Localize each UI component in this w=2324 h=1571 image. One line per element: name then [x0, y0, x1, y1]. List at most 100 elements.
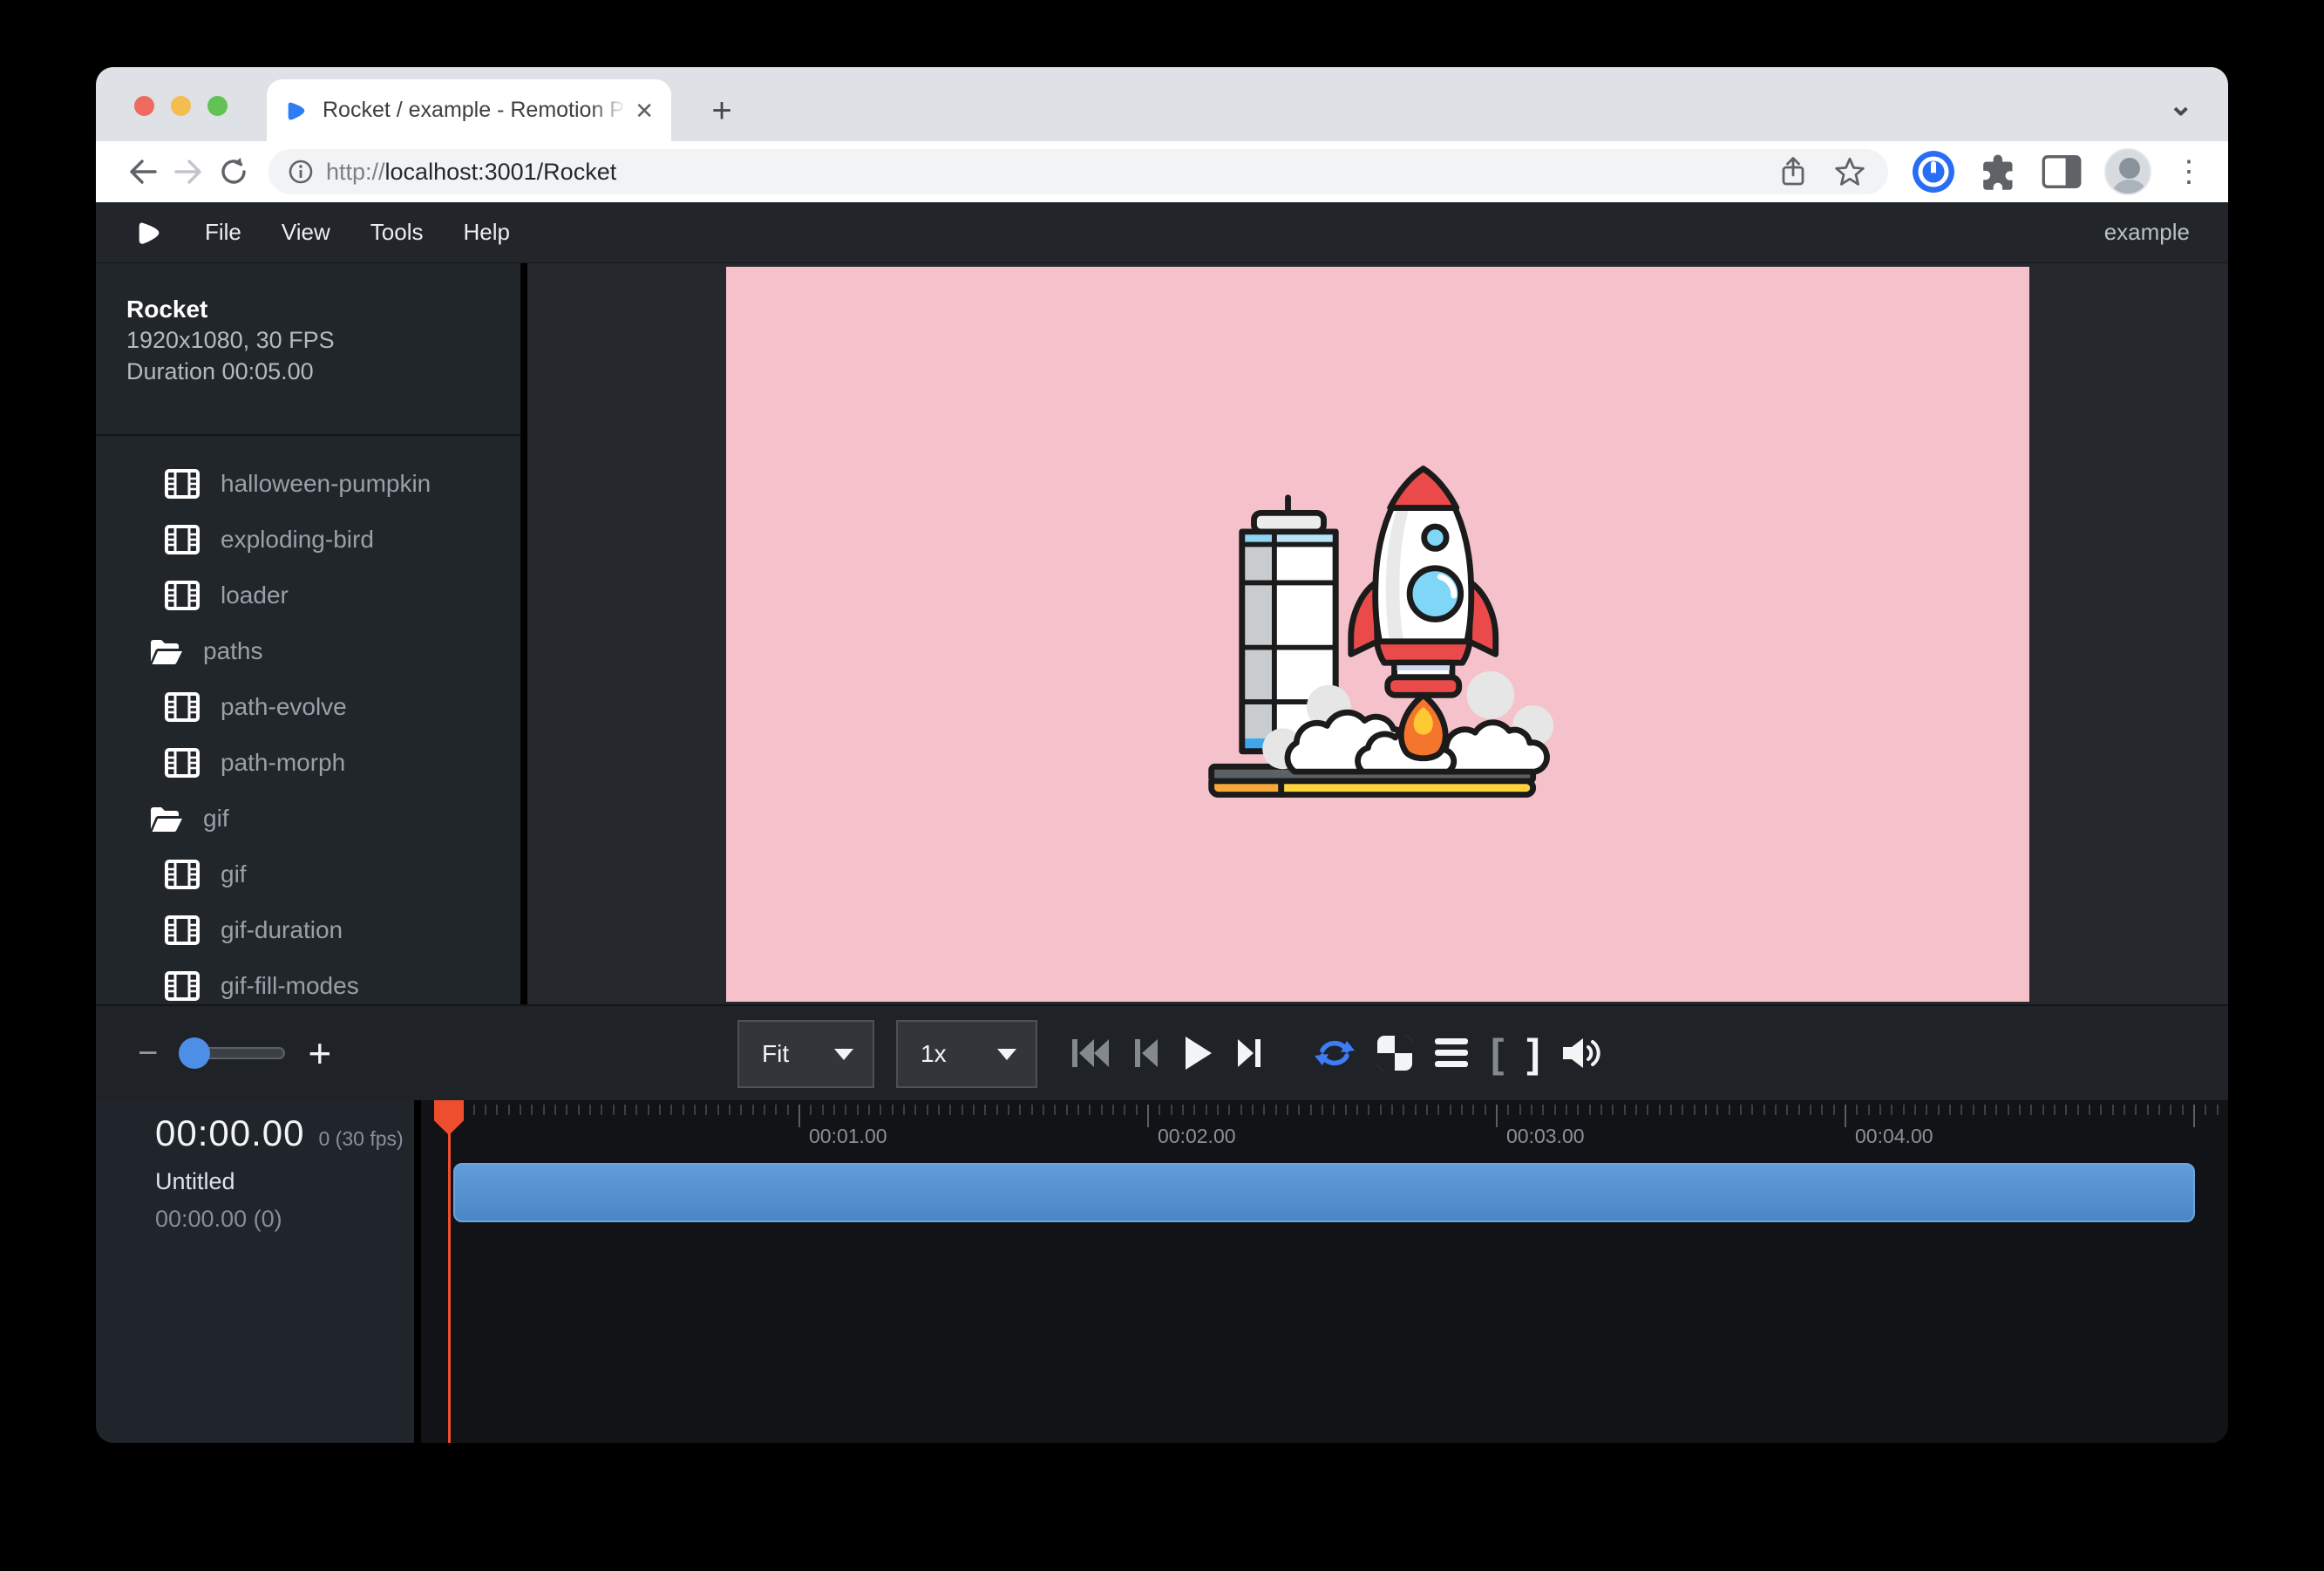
ruler-tick	[2065, 1105, 2067, 1115]
sidebar-item-path-morph[interactable]: path-morph	[126, 735, 520, 791]
sidebar-item-gif[interactable]: gif	[126, 847, 520, 902]
back-button[interactable]	[120, 149, 166, 194]
sidebar-folder-gif[interactable]: gif	[126, 791, 520, 847]
ruler-tick	[740, 1105, 742, 1115]
mute-toggle-button[interactable]	[1563, 1037, 1603, 1070]
playback-speed-select[interactable]: 1x	[896, 1020, 1037, 1088]
ruler-tick	[822, 1105, 824, 1115]
ruler-tick	[1089, 1105, 1091, 1115]
timeline-zoom-out-button[interactable]: −	[138, 1034, 158, 1073]
minimize-window-button[interactable]	[171, 96, 191, 116]
playhead-marker[interactable]	[434, 1100, 464, 1135]
browser-menu-icon[interactable]: ⋮	[2174, 157, 2204, 187]
extensions-puzzle-icon[interactable]	[1979, 152, 2019, 192]
tab-search-chevron-icon[interactable]: ⌄	[2169, 88, 2194, 123]
timeline-track-bar[interactable]	[453, 1163, 2195, 1222]
timeline-zoom-slider-thumb[interactable]	[179, 1037, 210, 1069]
timeline-track[interactable]: 00:01.0000:02.0000:03.0000:04.00	[421, 1100, 2228, 1443]
transparency-checkerboard-button[interactable]	[1377, 1036, 1412, 1071]
ruler-label: 00:02.00	[1158, 1125, 1236, 1148]
ruler-tick	[1891, 1105, 1892, 1115]
ruler-tick	[508, 1105, 510, 1115]
play-button[interactable]	[1182, 1035, 1213, 1071]
playback-speed-value: 1x	[921, 1040, 947, 1068]
canvas-size-select[interactable]: Fit	[737, 1020, 874, 1088]
new-tab-button[interactable]: +	[697, 86, 746, 135]
timeline-zoom-slider[interactable]	[180, 1047, 285, 1059]
ruler-tick	[473, 1105, 475, 1115]
set-out-point-button[interactable]: ]	[1526, 1033, 1539, 1073]
ruler-tick	[717, 1105, 719, 1115]
ruler-tick	[1252, 1105, 1254, 1115]
ruler-tick	[1879, 1105, 1881, 1115]
close-tab-icon[interactable]: ✕	[635, 99, 654, 122]
previous-frame-button[interactable]	[1133, 1037, 1159, 1070]
menu-help[interactable]: Help	[444, 219, 530, 246]
canvas-size-value: Fit	[762, 1040, 789, 1068]
ruler-tick	[543, 1105, 545, 1115]
sidebar-item-path-evolve[interactable]: path-evolve	[126, 679, 520, 735]
ruler-tick	[1043, 1105, 1044, 1115]
reload-button[interactable]	[211, 149, 256, 194]
remotion-logo-icon[interactable]	[134, 218, 164, 248]
ruler-label: 00:01.00	[809, 1125, 887, 1148]
jump-to-start-button[interactable]	[1070, 1037, 1111, 1070]
share-icon[interactable]	[1778, 156, 1808, 187]
ruler-tick	[1519, 1105, 1521, 1115]
ruler-tick	[868, 1105, 870, 1115]
ruler-tick	[554, 1105, 556, 1115]
ruler-tick	[578, 1105, 580, 1115]
sidebar-item-halloween-pumpkin[interactable]: halloween-pumpkin	[126, 456, 520, 512]
sidebar-folder-paths[interactable]: paths	[126, 623, 520, 679]
ruler-tick	[1485, 1105, 1486, 1115]
sidebar-item-gif-duration[interactable]: gif-duration	[126, 902, 520, 958]
set-in-point-button[interactable]: [	[1491, 1033, 1504, 1073]
ruler-tick	[1740, 1105, 1742, 1115]
menu-tools[interactable]: Tools	[350, 219, 444, 246]
ruler-tick	[1542, 1105, 1544, 1115]
sidebar-item-gif-fill-modes[interactable]: gif-fill-modes	[126, 958, 520, 1004]
password-manager-icon[interactable]	[1911, 149, 1956, 194]
ruler-tick	[892, 1105, 894, 1115]
ruler-tick	[1775, 1105, 1777, 1115]
sidebar-item-loader[interactable]: loader	[126, 568, 520, 623]
ruler-tick	[764, 1105, 765, 1115]
ruler-tick	[1275, 1105, 1277, 1115]
forward-button[interactable]	[166, 149, 211, 194]
bookmark-star-icon[interactable]	[1834, 156, 1865, 187]
menu-file[interactable]: File	[185, 219, 262, 246]
browser-tab[interactable]: Rocket / example - Remotion P ✕	[267, 79, 671, 141]
site-info-icon[interactable]	[288, 159, 314, 185]
profile-avatar[interactable]	[2104, 148, 2151, 195]
ruler-tick	[2147, 1105, 2149, 1115]
ruler-tick	[2135, 1105, 2137, 1115]
browser-toolbar: http://localhost:3001/Rocket	[96, 141, 2228, 202]
ruler-tick	[1228, 1105, 1230, 1115]
side-panel-icon[interactable]	[2042, 153, 2082, 190]
ruler-tick	[2077, 1105, 2079, 1115]
sidebar-item-exploding-bird[interactable]: exploding-bird	[126, 512, 520, 568]
zoom-window-button[interactable]	[207, 96, 228, 116]
composition-list: halloween-pumpkinexploding-birdloaderpat…	[126, 456, 520, 1004]
loop-toggle-button[interactable]	[1315, 1036, 1355, 1071]
ruler-tick	[705, 1105, 707, 1115]
menu-view[interactable]: View	[262, 219, 350, 246]
sidebar-resize-handle[interactable]	[520, 263, 527, 1004]
timeline-rows-button[interactable]	[1435, 1038, 1468, 1068]
sidebar-item-label: gif	[221, 860, 247, 888]
timeline-zoom-in-button[interactable]: +	[308, 1030, 331, 1077]
close-window-button[interactable]	[134, 96, 154, 116]
ruler-tick	[938, 1105, 940, 1115]
address-bar[interactable]: http://localhost:3001/Rocket	[268, 149, 1888, 194]
ruler-tick	[2170, 1105, 2171, 1115]
ruler-tick	[1240, 1105, 1242, 1115]
browser-window: Rocket / example - Remotion P ✕ + ⌄	[96, 67, 2228, 1443]
ruler-tick	[1938, 1105, 1940, 1115]
ruler-tick	[1845, 1105, 1846, 1127]
next-frame-button[interactable]	[1236, 1037, 1262, 1070]
tab-title-fade	[591, 98, 626, 123]
video-preview-canvas[interactable]	[726, 267, 2029, 1002]
tab-title: Rocket / example - Remotion P	[323, 98, 626, 123]
open-folder-icon	[149, 637, 182, 665]
ruler-tick	[810, 1105, 812, 1115]
